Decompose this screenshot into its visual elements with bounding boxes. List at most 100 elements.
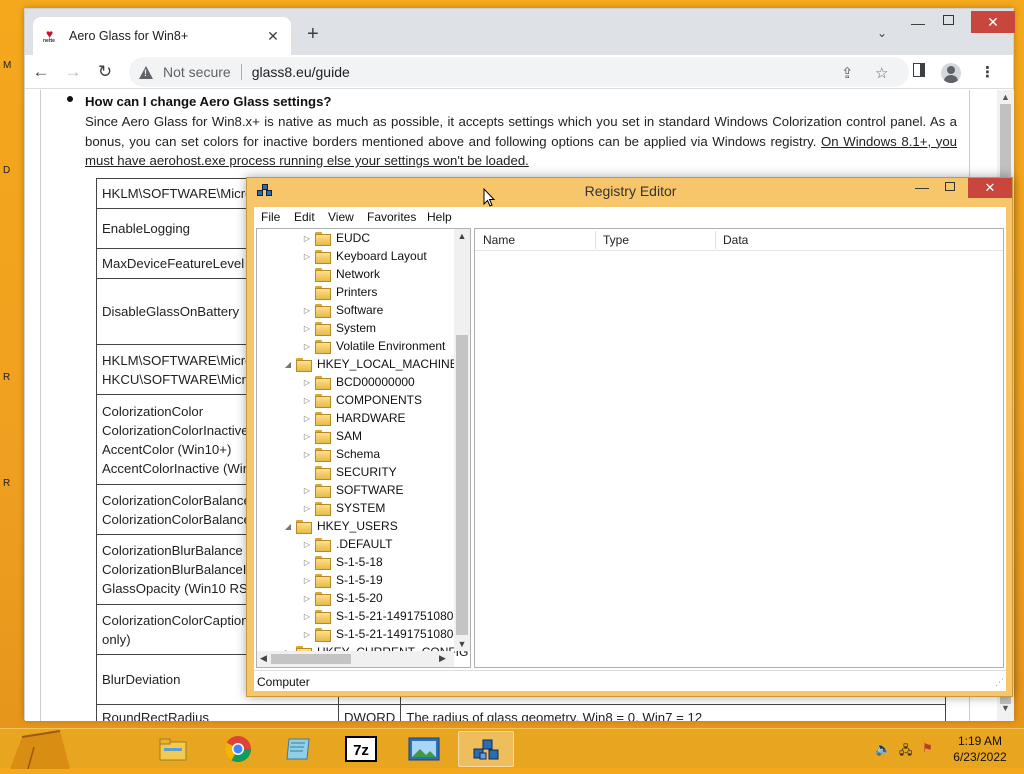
bookmark-star-icon[interactable]: ☆ bbox=[875, 64, 888, 82]
tree-item[interactable]: ▷ System bbox=[302, 319, 376, 337]
address-bar[interactable]: Not secure glass8.eu/guide ⇪ ☆ bbox=[129, 57, 909, 87]
menu-edit[interactable]: Edit bbox=[294, 210, 315, 224]
tab-close-icon[interactable]: ✕ bbox=[265, 28, 281, 45]
tree-item[interactable]: ▷ Volatile Environment bbox=[302, 337, 445, 355]
tree-expand-icon[interactable]: ▷ bbox=[302, 234, 312, 243]
network-icon[interactable]: 🖧 bbox=[899, 741, 912, 762]
tree-item[interactable]: ▷ SOFTWARE bbox=[302, 481, 404, 499]
not-secure-warning-icon[interactable] bbox=[139, 65, 153, 79]
tree-item[interactable]: ▷ S-1-5-21-1491751080- bbox=[302, 625, 457, 643]
menu-view[interactable]: View bbox=[328, 210, 354, 224]
tree-item[interactable]: ▷ COMPONENTS bbox=[302, 391, 422, 409]
registry-tree[interactable]: ▷ EUDC ▷ Keyboard Layout Network Printers ▷ Sof… bbox=[256, 228, 471, 668]
regedit-minimize-button[interactable]: — bbox=[915, 179, 929, 195]
tree-expand-icon[interactable]: ▷ bbox=[302, 414, 312, 423]
tree-item-label: EUDC bbox=[336, 231, 371, 245]
tree-expand-icon[interactable]: ▷ bbox=[302, 576, 312, 585]
side-panel-icon[interactable] bbox=[913, 63, 925, 77]
column-data[interactable]: Data bbox=[723, 233, 748, 247]
tree-item[interactable]: ▷ Keyboard Layout bbox=[302, 247, 427, 265]
tree-item[interactable]: ▷ Schema bbox=[302, 445, 380, 463]
tree-item-label: Network bbox=[336, 267, 381, 281]
new-tab-button[interactable]: + bbox=[307, 24, 319, 44]
taskbar-registry-editor[interactable] bbox=[458, 731, 514, 767]
tree-item[interactable]: ▷ S-1-5-18 bbox=[302, 553, 383, 571]
system-clock[interactable]: 1:19 AM 6/23/2022 bbox=[940, 733, 1020, 765]
resize-grip-icon[interactable]: ⋰ bbox=[995, 677, 1004, 688]
tree-item[interactable]: ◢ HKEY_USERS bbox=[283, 517, 398, 535]
taskbar-file-explorer[interactable] bbox=[145, 731, 201, 767]
tree-expand-icon[interactable]: ▷ bbox=[302, 630, 312, 639]
start-button[interactable] bbox=[0, 729, 70, 770]
tree-item[interactable]: ▷ S-1-5-21-1491751080- bbox=[302, 607, 457, 625]
menu-file[interactable]: File bbox=[261, 210, 280, 224]
url-text[interactable]: glass8.eu/guide bbox=[252, 64, 350, 80]
forward-button[interactable]: → bbox=[61, 61, 85, 83]
browser-tab[interactable]: ♥ nette Aero Glass for Win8+ ✕ bbox=[33, 17, 291, 55]
tree-expand-icon[interactable]: ▷ bbox=[302, 306, 312, 315]
security-status[interactable]: Not secure bbox=[163, 64, 231, 80]
menu-kebab-icon[interactable]: ⋮ bbox=[980, 63, 995, 81]
tree-expand-icon[interactable]: ▷ bbox=[302, 432, 312, 441]
tree-item[interactable]: Network bbox=[302, 265, 380, 283]
reload-button[interactable]: ↻ bbox=[93, 61, 117, 83]
tree-expand-icon[interactable]: ▷ bbox=[302, 486, 312, 495]
folder-icon bbox=[315, 376, 331, 390]
volume-muted-icon[interactable]: 🔈 bbox=[875, 741, 891, 757]
desktop-icon-label-4: R bbox=[3, 478, 11, 489]
menu-favorites[interactable]: Favorites bbox=[367, 210, 416, 224]
menu-help[interactable]: Help bbox=[427, 210, 452, 224]
tree-item[interactable]: ▷ SAM bbox=[302, 427, 362, 445]
tree-vertical-scrollbar[interactable]: ▲ ▼ bbox=[454, 229, 470, 651]
column-type[interactable]: Type bbox=[603, 233, 629, 247]
tree-collapse-icon[interactable]: ◢ bbox=[283, 360, 293, 369]
back-button[interactable]: ← bbox=[29, 61, 53, 83]
tree-horizontal-scrollbar[interactable]: ◀ ▶ bbox=[257, 651, 454, 667]
share-icon[interactable]: ⇪ bbox=[841, 64, 854, 82]
tree-item-label: Volatile Environment bbox=[336, 339, 446, 353]
tree-item[interactable]: ▷ .DEFAULT bbox=[302, 535, 392, 553]
action-center-flag-icon[interactable]: ⚑ bbox=[922, 741, 933, 755]
tree-item[interactable]: ▷ EUDC bbox=[302, 229, 370, 247]
tree-expand-icon[interactable]: ▷ bbox=[302, 378, 312, 387]
tree-item[interactable]: ▷ SYSTEM bbox=[302, 499, 385, 517]
tree-expand-icon[interactable]: ▷ bbox=[302, 540, 312, 549]
folder-icon bbox=[296, 520, 312, 534]
tree-expand-icon[interactable]: ▷ bbox=[302, 558, 312, 567]
taskbar-7zip[interactable]: 7z bbox=[333, 731, 389, 767]
tree-expand-icon[interactable]: ▷ bbox=[302, 450, 312, 459]
taskbar-notepad[interactable] bbox=[270, 731, 326, 767]
folder-icon bbox=[315, 232, 331, 246]
close-button[interactable]: ✕ bbox=[971, 11, 1015, 33]
tree-item[interactable]: SECURITY bbox=[302, 463, 397, 481]
svg-text:7z: 7z bbox=[353, 742, 369, 759]
tree-item[interactable]: ▷ S-1-5-20 bbox=[302, 589, 383, 607]
tree-expand-icon[interactable]: ▷ bbox=[302, 252, 312, 261]
taskbar-image-viewer[interactable] bbox=[396, 731, 452, 767]
tree-item[interactable]: ▷ S-1-5-19 bbox=[302, 571, 383, 589]
tree-item[interactable]: ◢ HKEY_LOCAL_MACHINE bbox=[283, 355, 458, 373]
tree-item[interactable]: Printers bbox=[302, 283, 377, 301]
minimize-button[interactable]: — bbox=[911, 15, 925, 31]
regedit-maximize-button[interactable] bbox=[945, 182, 955, 191]
regedit-close-button[interactable]: ✕ bbox=[968, 178, 1012, 198]
tree-expand-icon[interactable]: ▷ bbox=[302, 324, 312, 333]
taskbar-chrome[interactable] bbox=[210, 731, 266, 767]
tree-collapse-icon[interactable]: ◢ bbox=[283, 522, 293, 531]
tree-item[interactable]: ▷ HARDWARE bbox=[302, 409, 406, 427]
tree-item[interactable]: ▷ Software bbox=[302, 301, 383, 319]
site-favicon-icon: ♥ nette bbox=[43, 27, 55, 44]
registry-values-list[interactable]: Name Type Data bbox=[474, 228, 1004, 668]
column-name[interactable]: Name bbox=[483, 233, 515, 247]
regedit-title-bar[interactable]: Registry Editor — ✕ bbox=[247, 178, 1012, 204]
tree-expand-icon[interactable]: ▷ bbox=[302, 504, 312, 513]
maximize-button[interactable] bbox=[943, 15, 954, 25]
tree-item[interactable]: ▷ BCD00000000 bbox=[302, 373, 415, 391]
tree-expand-icon[interactable]: ▷ bbox=[302, 612, 312, 621]
tab-search-chevron-icon[interactable]: ⌄ bbox=[877, 26, 887, 40]
tree-expand-icon[interactable]: ▷ bbox=[302, 396, 312, 405]
tree-expand-icon[interactable]: ▷ bbox=[302, 342, 312, 351]
tree-expand-icon[interactable]: ▷ bbox=[302, 594, 312, 603]
profile-avatar[interactable] bbox=[941, 63, 961, 83]
tree-item-label: S-1-5-21-1491751080- bbox=[336, 627, 458, 641]
